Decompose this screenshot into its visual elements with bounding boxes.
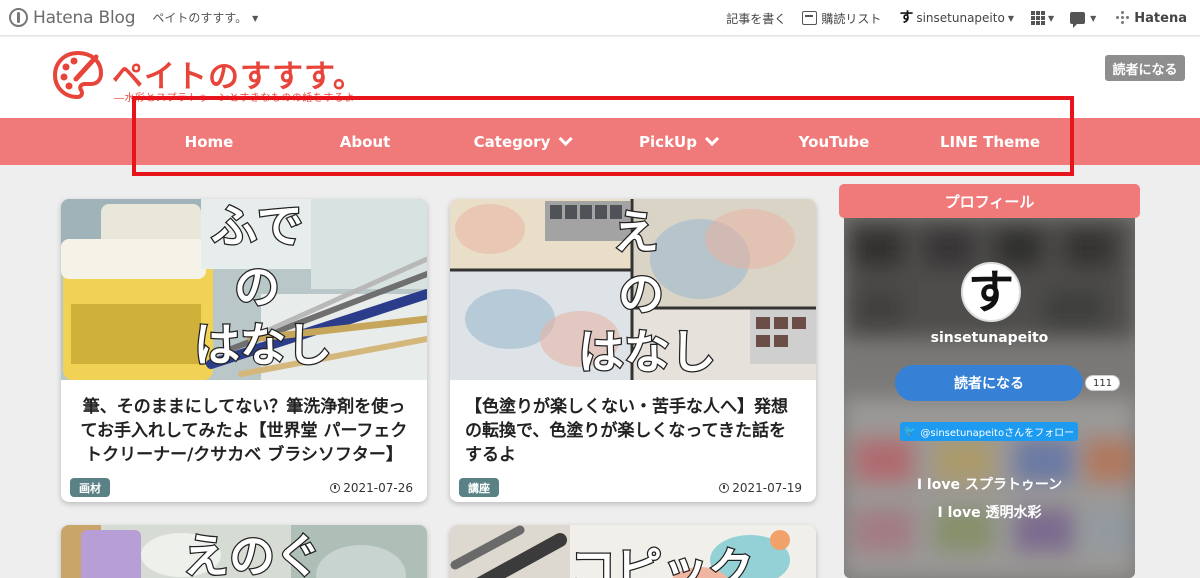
blog-switcher[interactable]: ペイトのすすす。 ▼ — [152, 9, 258, 26]
username-label: sinsetunapeito — [916, 11, 1005, 25]
article-date-text: 2021-07-26 — [343, 481, 413, 495]
category-tag[interactable]: 講座 — [459, 478, 499, 497]
profile-avatar[interactable]: す — [961, 262, 1021, 322]
clock-icon — [719, 483, 730, 493]
twitter-follow-label: @sinsetunapeitoさんをフォロー — [920, 428, 1075, 439]
profile-heading: プロフィール — [839, 184, 1140, 218]
hatena-icon — [1116, 11, 1130, 25]
category-tag[interactable]: 画材 — [70, 478, 110, 497]
comment-icon — [1070, 12, 1086, 28]
profile-name[interactable]: sinsetunapeito — [844, 330, 1135, 346]
thumbnail-caption: ふで — [210, 199, 305, 253]
thumbnail-caption: え — [612, 205, 661, 259]
thumbnail-caption: はなし — [577, 325, 718, 379]
profile-module: す sinsetunapeito 読者になる 111 🐦 @sinsetunap… — [844, 218, 1135, 578]
article-card[interactable]: えのぐ — [61, 525, 427, 578]
article-title[interactable]: 【色塗りが楽しくない・苦手な人へ】発想の転換で、色塗りが楽しくなってきた話をする… — [465, 395, 802, 467]
caret-down-icon: ▼ — [1090, 13, 1097, 23]
caret-down-icon: ▼ — [252, 14, 259, 23]
twitter-follow-button[interactable]: 🐦 @sinsetunapeitoさんをフォロー — [900, 422, 1078, 441]
caret-down-icon: ▼ — [1047, 13, 1055, 23]
twitter-bird-icon: 🐦 — [903, 426, 917, 437]
subscribe-button[interactable]: 読者になる — [1105, 55, 1185, 81]
profile-description-line: I love 透明水彩 — [937, 505, 1042, 521]
hatena-blog-logo-icon — [9, 8, 28, 27]
article-date-text: 2021-07-19 — [732, 481, 802, 495]
article-thumbnail[interactable]: えのぐ — [61, 525, 427, 578]
user-avatar: す — [899, 10, 914, 26]
thumbnail-caption: コピック — [569, 543, 756, 578]
thumbnail-caption: えのぐ — [182, 529, 323, 578]
thumbnail-caption: はなし — [193, 318, 334, 372]
article-date: 2021-07-19 — [719, 481, 802, 495]
hatena-blog-logo-text: Hatena Blog — [33, 7, 136, 28]
article-title[interactable]: 筆、そのままにしてない？筆洗浄剤を使ってお手入れしてみたよ【世界堂 パーフェクト… — [75, 395, 413, 467]
article-date: 2021-07-26 — [330, 481, 413, 495]
hatena-blog-logo[interactable]: Hatena Blog — [9, 7, 136, 28]
reader-list-icon — [802, 11, 818, 25]
article-card[interactable]: え の はなし 【色塗りが楽しくない・苦手な人へ】発想の転換で、色塗りが楽しくな… — [450, 199, 816, 502]
user-menu[interactable]: す sinsetunapeito ▼ — [899, 10, 1014, 26]
article-card[interactable]: コピック — [450, 525, 816, 578]
article-thumbnail[interactable]: コピック — [450, 525, 816, 578]
caret-down-icon: ▼ — [1007, 13, 1014, 23]
write-post-label: 記事を書く — [726, 11, 787, 26]
subscriber-count-badge: 111 — [1085, 375, 1121, 391]
profile-description-line: I love スプラトゥーン — [916, 477, 1063, 493]
reader-list-label: 購読リスト — [821, 11, 882, 26]
clock-icon — [330, 483, 341, 493]
hatena-topbar: Hatena Blog ペイトのすすす。 ▼ 記事を書く 購読リスト す sins… — [0, 0, 1200, 36]
blog-switcher-label: ペイトのすすす。 — [152, 11, 248, 25]
grid-icon — [1030, 11, 1045, 25]
palette-icon[interactable] — [52, 49, 104, 101]
hatena-label: Hatena — [1134, 10, 1187, 26]
thumbnail-caption: の — [617, 267, 666, 321]
article-thumbnail[interactable]: え の はなし — [450, 199, 816, 380]
thumbnail-caption: の — [233, 260, 282, 314]
hatena-link[interactable]: Hatena — [1116, 11, 1187, 26]
write-post-link[interactable]: 記事を書く — [726, 10, 786, 27]
profile-subscribe-button[interactable]: 読者になる — [895, 365, 1083, 401]
article-card[interactable]: ふで の はなし 筆、そのままにしてない？筆洗浄剤を使ってお手入れしてみたよ【世… — [61, 199, 427, 502]
reader-list-link[interactable]: 購読リスト — [802, 10, 881, 27]
apps-menu[interactable]: ▼ — [1030, 11, 1055, 25]
highlight-annotation-box — [132, 96, 1074, 176]
article-thumbnail[interactable]: ふで の はなし — [61, 199, 427, 380]
notifications-menu[interactable]: ▼ — [1070, 12, 1097, 28]
